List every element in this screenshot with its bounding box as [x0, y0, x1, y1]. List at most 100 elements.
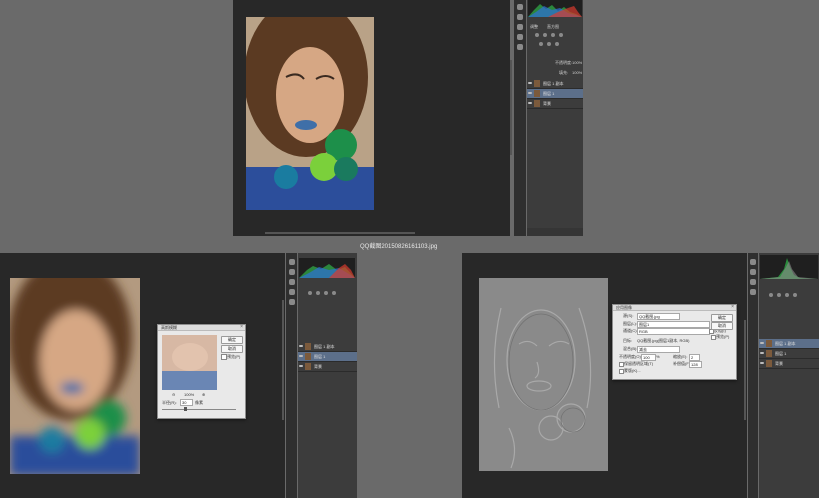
tool-icon[interactable] — [750, 259, 756, 265]
adjustment-icon[interactable] — [785, 293, 789, 297]
tool-icon[interactable] — [750, 279, 756, 285]
channel-select[interactable]: RGB — [637, 328, 710, 335]
layer-row[interactable]: 背景 — [759, 359, 819, 369]
top-histogram — [528, 0, 582, 17]
adjustment-icon[interactable] — [547, 42, 551, 46]
adjustment-icon[interactable] — [559, 33, 563, 37]
tool-icon[interactable] — [517, 44, 523, 50]
scale-input[interactable]: 2 — [689, 354, 700, 361]
bottom-right-histogram — [760, 255, 818, 279]
tool-icon[interactable] — [517, 34, 523, 40]
adjustment-icon[interactable] — [316, 291, 320, 295]
bottom-left-panel-column: 图层 1 副本 图层 1 背景 — [298, 253, 357, 498]
layer-thumbnail — [766, 350, 772, 357]
opacity-label: 不透明度(O): — [619, 354, 642, 359]
cancel-button[interactable]: 取消 — [711, 322, 733, 330]
adjustment-icon[interactable] — [793, 293, 797, 297]
adjustment-icon[interactable] — [551, 33, 555, 37]
radius-slider-thumb[interactable] — [184, 407, 187, 411]
blending-select[interactable]: 减去 — [637, 346, 680, 353]
bottom-right-panel-column: 图层 1 副本 图层 1 背景 — [759, 253, 819, 498]
adjustment-icon[interactable] — [324, 291, 328, 295]
visibility-eye-icon[interactable] — [299, 365, 303, 367]
layer-name: 背景 — [775, 361, 783, 366]
apply-image-dialog: 应用图像 × 源(S): QQ截图.jpg 图层(L): 图层1 通道(C): … — [612, 304, 737, 380]
layer-row-selected[interactable]: 图层 1 — [298, 352, 357, 362]
adjustment-icon[interactable] — [308, 291, 312, 295]
layer-row[interactable]: 图层 1 副本 — [298, 342, 357, 352]
layer-select[interactable]: 图层1 — [637, 321, 710, 328]
radius-label: 半径(R): — [162, 400, 177, 405]
blur-preview-pane[interactable] — [162, 335, 217, 390]
top-panel-column: 调整 直方图 不透明度: 100% 填充: 100% 图层 1 副本 图层 1 … — [527, 0, 583, 236]
radius-unit: 像素 — [195, 400, 203, 405]
adjustment-icon[interactable] — [777, 293, 781, 297]
top-vertical-scrollbar[interactable] — [510, 60, 512, 155]
dialog-title: 应用图像 — [613, 305, 736, 311]
visibility-eye-icon[interactable] — [528, 82, 532, 84]
cancel-button[interactable]: 取消 — [221, 345, 243, 353]
zoom-in-icon[interactable]: ⊕ — [202, 392, 205, 397]
tool-icon[interactable] — [289, 289, 295, 295]
bottom-left-histogram — [299, 258, 355, 278]
blending-label: 混合(B): — [623, 346, 638, 351]
layer-name: 图层 1 — [543, 91, 555, 96]
tool-icon[interactable] — [517, 24, 523, 30]
adjustment-icon[interactable] — [555, 42, 559, 46]
adjustment-icon[interactable] — [543, 33, 547, 37]
visibility-eye-icon[interactable] — [760, 342, 764, 344]
layer-row-selected[interactable]: 图层 1 副本 — [759, 339, 819, 349]
layer-row[interactable]: 背景 — [527, 99, 583, 109]
layer-label: 图层(L): — [623, 321, 637, 326]
ok-button[interactable]: 确定 — [221, 336, 243, 344]
layers-footer-bar — [527, 228, 583, 236]
visibility-eye-icon[interactable] — [760, 352, 764, 354]
bottom-right-vertical-scrollbar[interactable] — [744, 320, 746, 420]
layer-name: 背景 — [543, 101, 551, 106]
layer-row[interactable]: 图层 1 — [759, 349, 819, 359]
opacity-input[interactable]: 100 — [641, 354, 656, 361]
close-icon[interactable]: × — [240, 325, 243, 330]
visibility-eye-icon[interactable] — [299, 345, 303, 347]
tool-icon[interactable] — [517, 14, 523, 20]
tool-icon[interactable] — [289, 269, 295, 275]
radius-slider-track[interactable] — [162, 409, 236, 410]
bottom-left-vertical-scrollbar[interactable] — [282, 300, 284, 420]
adjustment-icon[interactable] — [535, 33, 539, 37]
close-icon[interactable]: × — [731, 305, 734, 310]
zoom-out-icon[interactable]: ⊖ — [172, 392, 175, 397]
layer-thumbnail — [534, 90, 540, 97]
offset-input[interactable]: 128 — [689, 361, 702, 368]
visibility-eye-icon[interactable] — [528, 102, 532, 104]
tool-icon[interactable] — [517, 4, 523, 10]
fill-value[interactable]: 100% — [572, 70, 582, 75]
top-horizontal-scrollbar[interactable] — [265, 232, 415, 234]
layer-row-selected[interactable]: 图层 1 — [527, 89, 583, 99]
layer-row[interactable]: 背景 — [298, 362, 357, 372]
tool-icon[interactable] — [750, 269, 756, 275]
adjustment-icon[interactable] — [332, 291, 336, 295]
visibility-eye-icon[interactable] — [299, 355, 303, 357]
tool-icon[interactable] — [750, 289, 756, 295]
target-value: QQ截图.jpg(图层1副本, RGB) — [637, 338, 690, 343]
layer-row[interactable]: 图层 1 副本 — [527, 79, 583, 89]
source-select[interactable]: QQ截图.jpg — [637, 313, 680, 320]
tool-icon[interactable] — [289, 279, 295, 285]
tool-icon[interactable] — [289, 259, 295, 265]
opacity-value[interactable]: 100% — [572, 60, 582, 65]
radius-input[interactable]: 30 — [180, 399, 193, 406]
adjustment-icon[interactable] — [769, 293, 773, 297]
visibility-eye-icon[interactable] — [528, 92, 532, 94]
visibility-eye-icon[interactable] — [760, 362, 764, 364]
top-tool-strip — [514, 0, 526, 236]
target-label: 目标: — [623, 338, 633, 343]
high-pass-portrait-image — [479, 278, 608, 471]
adjustment-icon[interactable] — [539, 42, 543, 46]
layer-thumbnail — [305, 363, 311, 370]
percent-sign: % — [656, 354, 660, 359]
bottom-left-tool-strip — [286, 253, 297, 498]
histogram-tab-label[interactable]: 直方图 — [547, 24, 559, 30]
tool-icon[interactable] — [289, 299, 295, 305]
top-portrait-image — [246, 17, 374, 210]
ok-button[interactable]: 确定 — [711, 314, 733, 322]
